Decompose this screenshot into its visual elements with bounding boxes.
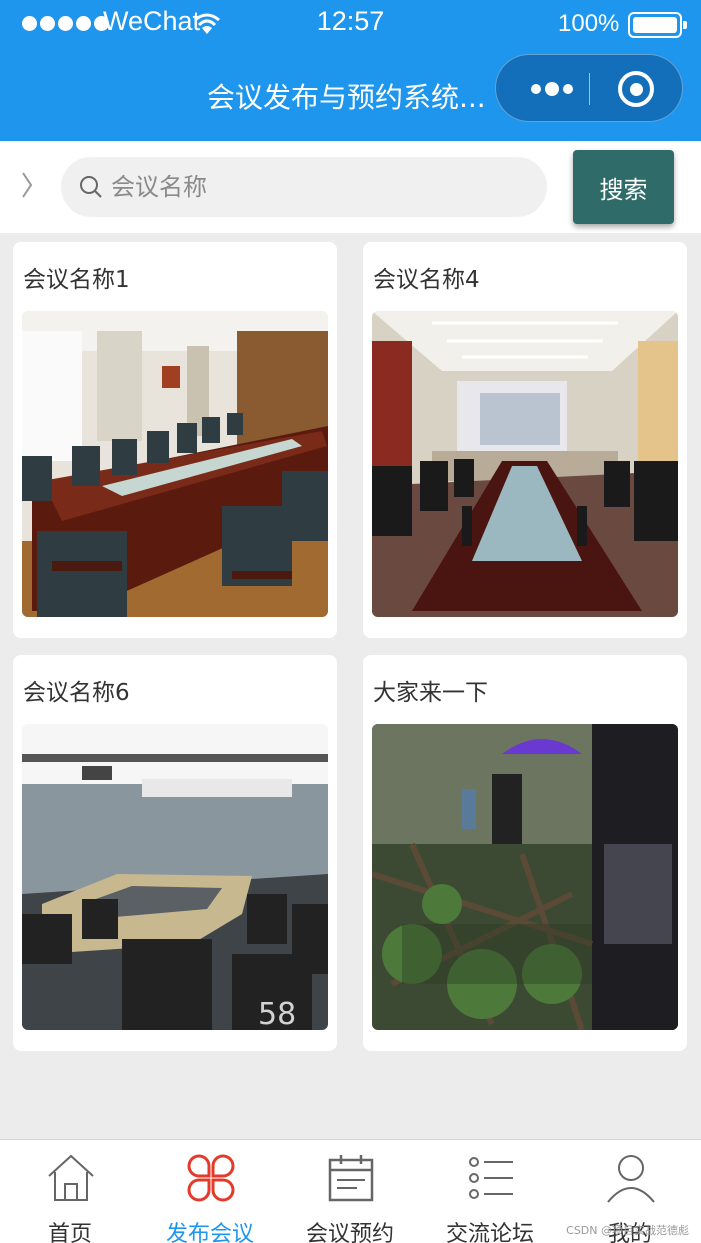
search-bar: 搜索 xyxy=(0,141,701,233)
meeting-photo xyxy=(372,724,678,1030)
target-icon xyxy=(618,71,654,107)
status-bar: WeChat 12:57 100% xyxy=(0,0,701,50)
meeting-title: 大家来一下 xyxy=(373,680,488,706)
tab-home[interactable]: 首页 xyxy=(0,1140,140,1243)
tab-meeting-booking[interactable]: 会议预约 xyxy=(280,1140,420,1243)
miniprogram-capsule xyxy=(495,54,683,122)
search-icon xyxy=(80,176,102,198)
meeting-title: 会议名称4 xyxy=(373,267,480,293)
meeting-card[interactable]: 会议名称6 58 xyxy=(13,655,337,1051)
meeting-photo: 58 xyxy=(22,724,328,1030)
tab-forum[interactable]: 交流论坛 xyxy=(420,1140,560,1243)
chevron-right-icon[interactable] xyxy=(16,169,36,201)
more-menu-button[interactable] xyxy=(514,55,590,123)
capsule-divider xyxy=(589,73,590,105)
watermark: CSDN @项目实战范德彪 xyxy=(566,1224,689,1237)
more-dots-icon xyxy=(531,84,541,94)
tab-label: 发布会议 xyxy=(165,1222,254,1243)
calendar-icon xyxy=(328,1155,374,1202)
tab-label: 首页 xyxy=(47,1222,92,1243)
meeting-title: 会议名称6 xyxy=(23,680,130,706)
meeting-card[interactable]: 会议名称4 xyxy=(363,242,687,638)
list-icon xyxy=(469,1157,513,1199)
meeting-photo xyxy=(372,311,678,617)
battery-percentage: 100% xyxy=(558,10,620,37)
home-icon xyxy=(48,1154,94,1201)
meeting-title: 会议名称1 xyxy=(23,267,130,293)
meeting-card[interactable]: 大家来一下 xyxy=(363,655,687,1051)
clover-icon xyxy=(187,1154,235,1202)
search-box xyxy=(61,157,547,217)
user-icon xyxy=(607,1155,655,1203)
app-header: WeChat 12:57 100% 会议发布与预约系统... xyxy=(0,0,701,141)
page-title: 会议发布与预约系统... xyxy=(207,81,486,114)
svg-text:58: 58 xyxy=(258,997,296,1030)
search-button[interactable]: 搜索 xyxy=(573,150,674,224)
tab-label: 交流论坛 xyxy=(445,1222,534,1243)
search-input[interactable] xyxy=(111,157,531,217)
meeting-card[interactable]: 会议名称1 xyxy=(13,242,337,638)
close-miniprogram-button[interactable] xyxy=(596,55,676,123)
tab-label: 会议预约 xyxy=(305,1222,394,1243)
meeting-photo xyxy=(22,311,328,617)
battery-icon xyxy=(628,12,687,38)
tab-publish-meeting[interactable]: 发布会议 xyxy=(140,1140,280,1243)
